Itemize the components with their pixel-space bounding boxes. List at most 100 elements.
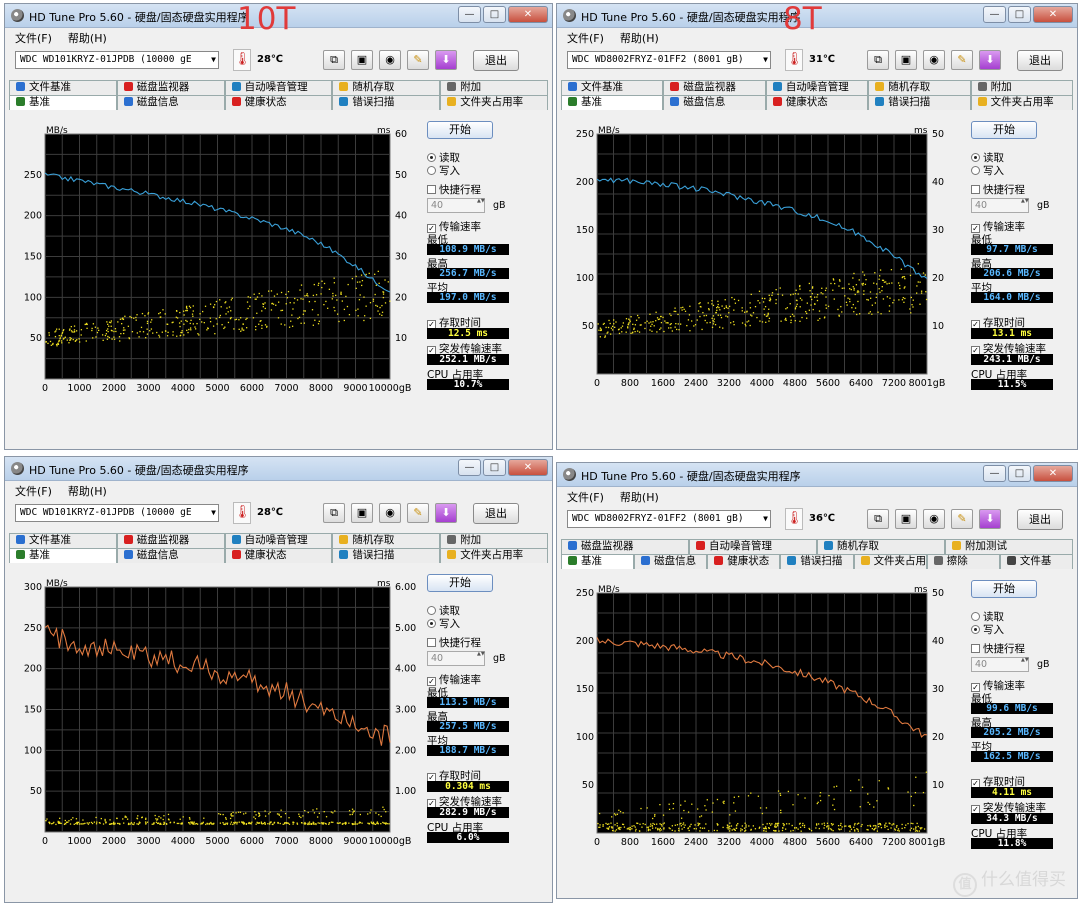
tab-0[interactable]: 文件基准: [561, 80, 664, 95]
tab-bottom-3[interactable]: 错误扫描: [868, 95, 971, 110]
tab-bottom-1[interactable]: 磁盘信息: [663, 95, 766, 110]
copy-screenshot-icon[interactable]: ▣: [351, 50, 373, 70]
tab-4[interactable]: 附加: [440, 80, 548, 95]
tab-0[interactable]: 磁盘监视器: [561, 539, 689, 554]
title-bar[interactable]: HD Tune Pro 5.60 - 硬盘/固态硬盘实用程序 10T — □ ✕: [5, 4, 552, 36]
menu-item-file[interactable]: 文件(F): [567, 30, 604, 46]
copy-screenshot-icon[interactable]: ▣: [895, 50, 917, 70]
title-bar[interactable]: HD Tune Pro 5.60 - 硬盘/固态硬盘实用程序 — □ ✕: [5, 457, 552, 481]
tab-1[interactable]: 自动噪音管理: [689, 539, 817, 554]
maximize-button[interactable]: □: [1008, 465, 1031, 482]
close-button[interactable]: ✕: [1033, 6, 1073, 23]
minimize-button[interactable]: —: [983, 465, 1006, 482]
tab-2[interactable]: 随机存取: [817, 539, 945, 554]
maximize-button[interactable]: □: [1008, 6, 1031, 23]
options-icon[interactable]: ✎: [407, 50, 429, 70]
menu-item-file[interactable]: 文件(F): [15, 30, 52, 46]
menu-item-help[interactable]: 帮助(H): [620, 30, 659, 46]
tab-bottom-6[interactable]: 文件基: [999, 554, 1073, 569]
close-button[interactable]: ✕: [1033, 465, 1073, 482]
tab-bottom-1[interactable]: 磁盘信息: [116, 95, 225, 110]
options-icon[interactable]: ✎: [951, 509, 973, 529]
tab-2[interactable]: 自动噪音管理: [224, 533, 333, 548]
copy-info-icon[interactable]: ⧉: [867, 50, 889, 70]
camera-icon[interactable]: ◉: [923, 50, 945, 70]
exit-button[interactable]: 退出: [473, 503, 519, 524]
tab-0[interactable]: 文件基准: [9, 80, 117, 95]
drive-select[interactable]: WDC WD8002FRYZ-01FF2 (8001 gB) ▼: [567, 510, 771, 528]
short-stroke-checkbox[interactable]: 快捷行程: [427, 182, 481, 197]
tab-bottom-4[interactable]: 文件夹占用率: [440, 548, 548, 563]
copy-info-icon[interactable]: ⧉: [867, 509, 889, 529]
tab-1[interactable]: 磁盘监视器: [663, 80, 766, 95]
tab-bottom-0[interactable]: 基准: [9, 95, 117, 110]
tab-2[interactable]: 自动噪音管理: [224, 80, 333, 95]
menu-item-file[interactable]: 文件(F): [15, 483, 52, 499]
write-radio[interactable]: 写入: [427, 616, 460, 631]
drive-select[interactable]: WDC WD101KRYZ-01JPDB (10000 gE ▼: [15, 504, 219, 522]
tab-bottom-3[interactable]: 错误扫描: [780, 554, 854, 569]
write-radio[interactable]: 写入: [427, 163, 460, 178]
short-stroke-checkbox[interactable]: 快捷行程: [971, 641, 1025, 656]
short-stroke-checkbox[interactable]: 快捷行程: [971, 182, 1025, 197]
start-button[interactable]: 开始: [971, 580, 1037, 598]
tab-bottom-4[interactable]: 文件夹占用率: [440, 95, 548, 110]
save-icon[interactable]: ⬇: [435, 50, 457, 70]
write-radio[interactable]: 写入: [971, 622, 1004, 637]
tab-bottom-5[interactable]: 擦除: [926, 554, 1000, 569]
tab-bottom-4[interactable]: 文件夹占用率: [970, 95, 1074, 110]
start-button[interactable]: 开始: [427, 574, 493, 592]
close-button[interactable]: ✕: [508, 459, 548, 476]
tab-bottom-1[interactable]: 磁盘信息: [634, 554, 708, 569]
tab-3[interactable]: 随机存取: [332, 533, 441, 548]
short-stroke-input[interactable]: 40: [427, 198, 485, 213]
tab-1[interactable]: 磁盘监视器: [116, 80, 225, 95]
copy-info-icon[interactable]: ⧉: [323, 50, 345, 70]
short-stroke-input[interactable]: 40: [427, 651, 485, 666]
tab-4[interactable]: 附加: [440, 533, 548, 548]
close-button[interactable]: ✕: [508, 6, 548, 23]
maximize-button[interactable]: □: [483, 459, 506, 476]
tab-1[interactable]: 磁盘监视器: [116, 533, 225, 548]
tab-bottom-0[interactable]: 基准: [561, 95, 664, 110]
tab-bottom-0[interactable]: 基准: [561, 554, 635, 569]
tab-bottom-4[interactable]: 文件夹占用率: [853, 554, 927, 569]
tab-bottom-3[interactable]: 错误扫描: [332, 95, 441, 110]
title-bar[interactable]: HD Tune Pro 5.60 - 硬盘/固态硬盘实用程序 — □ ✕: [557, 463, 1077, 487]
camera-icon[interactable]: ◉: [379, 503, 401, 523]
tab-2[interactable]: 自动噪音管理: [765, 80, 869, 95]
short-stroke-checkbox[interactable]: 快捷行程: [427, 635, 481, 650]
title-bar[interactable]: HD Tune Pro 5.60 - 硬盘/固态硬盘实用程序 8T — □ ✕: [557, 4, 1077, 36]
save-icon[interactable]: ⬇: [979, 509, 1001, 529]
tab-bottom-2[interactable]: 健康状态: [765, 95, 869, 110]
menu-item-file[interactable]: 文件(F): [567, 489, 604, 505]
tab-bottom-2[interactable]: 健康状态: [707, 554, 781, 569]
camera-icon[interactable]: ◉: [923, 509, 945, 529]
camera-icon[interactable]: ◉: [379, 50, 401, 70]
drive-select[interactable]: WDC WD8002FRYZ-01FF2 (8001 gB) ▼: [567, 51, 771, 69]
short-stroke-input[interactable]: 40: [971, 657, 1029, 672]
options-icon[interactable]: ✎: [407, 503, 429, 523]
tab-3[interactable]: 随机存取: [332, 80, 441, 95]
menu-item-help[interactable]: 帮助(H): [68, 30, 107, 46]
start-button[interactable]: 开始: [427, 121, 493, 139]
start-button[interactable]: 开始: [971, 121, 1037, 139]
copy-screenshot-icon[interactable]: ▣: [351, 503, 373, 523]
exit-button[interactable]: 退出: [473, 50, 519, 71]
minimize-button[interactable]: —: [983, 6, 1006, 23]
copy-info-icon[interactable]: ⧉: [323, 503, 345, 523]
save-icon[interactable]: ⬇: [979, 50, 1001, 70]
tab-0[interactable]: 文件基准: [9, 533, 117, 548]
menu-item-help[interactable]: 帮助(H): [620, 489, 659, 505]
copy-screenshot-icon[interactable]: ▣: [895, 509, 917, 529]
maximize-button[interactable]: □: [483, 6, 506, 23]
tab-bottom-3[interactable]: 错误扫描: [332, 548, 441, 563]
write-radio[interactable]: 写入: [971, 163, 1004, 178]
menu-item-help[interactable]: 帮助(H): [68, 483, 107, 499]
exit-button[interactable]: 退出: [1017, 509, 1063, 530]
tab-3[interactable]: 随机存取: [868, 80, 971, 95]
tab-bottom-2[interactable]: 健康状态: [224, 548, 333, 563]
tab-bottom-2[interactable]: 健康状态: [224, 95, 333, 110]
tab-3[interactable]: 附加测试: [945, 539, 1073, 554]
options-icon[interactable]: ✎: [951, 50, 973, 70]
